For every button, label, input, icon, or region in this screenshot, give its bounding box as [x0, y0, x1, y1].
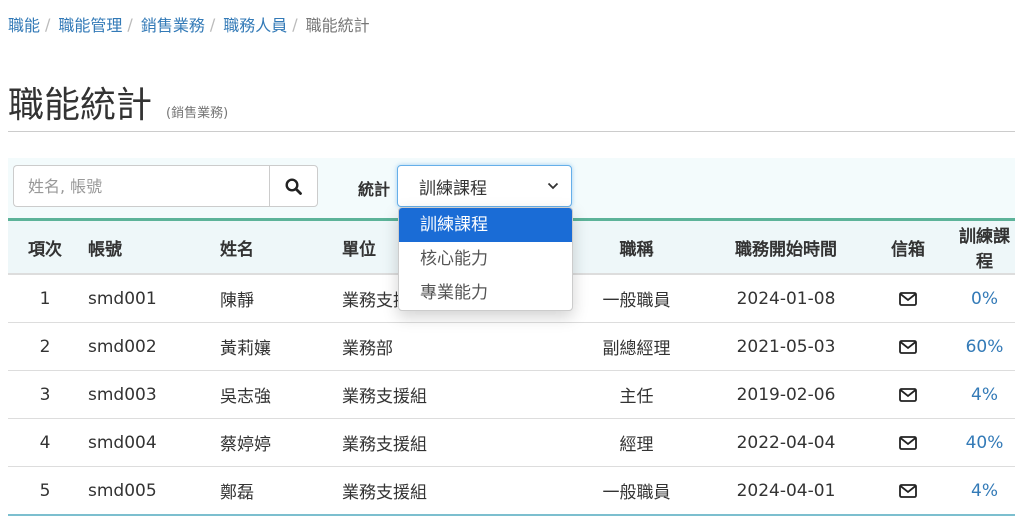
- stat-option-training[interactable]: 訓練課程: [399, 208, 572, 242]
- cell-job-title: 副總經理: [563, 322, 710, 371]
- header-name[interactable]: 姓名: [219, 219, 341, 275]
- cell-name: 鄭磊: [219, 466, 341, 516]
- training-percent-link[interactable]: 4%: [971, 481, 998, 501]
- mail-icon[interactable]: [899, 435, 917, 450]
- page-title: 職能統計: [8, 85, 153, 126]
- stat-label: 統計: [358, 180, 391, 199]
- cell-unit: 業務支援組: [341, 418, 563, 467]
- stat-option-core[interactable]: 核心能力: [399, 242, 572, 276]
- breadcrumb-item-competency-management[interactable]: 職能管理: [58, 12, 122, 36]
- cell-unit: 業務支援組: [341, 466, 563, 516]
- cell-mail[interactable]: [862, 466, 954, 516]
- stat-option-professional[interactable]: 專業能力: [399, 276, 572, 310]
- search-button[interactable]: [269, 165, 318, 207]
- header-start-date[interactable]: 職務開始時間: [710, 219, 862, 275]
- page-header: 職能統計 (銷售業務): [8, 76, 228, 128]
- page-subtitle: (銷售業務): [166, 106, 229, 121]
- cell-mail[interactable]: [862, 370, 954, 419]
- cell-account: smd003: [82, 370, 219, 419]
- cell-account: smd001: [82, 274, 219, 323]
- cell-index: 2: [8, 322, 82, 371]
- breadcrumb-item-staff[interactable]: 職務人員: [223, 12, 287, 36]
- cell-name: 陳靜: [219, 274, 341, 323]
- table-row: 4 smd004 蔡婷婷 業務支援組 經理 2022-04-04 40%: [8, 418, 1015, 467]
- breadcrumb-item-sales[interactable]: 銷售業務: [141, 12, 205, 36]
- cell-mail[interactable]: [862, 418, 954, 467]
- cell-index: 5: [8, 466, 82, 516]
- training-percent-link[interactable]: 4%: [971, 385, 998, 405]
- stat-dropdown-menu: 訓練課程 核心能力 專業能力: [398, 207, 573, 311]
- mail-icon[interactable]: [899, 483, 917, 498]
- cell-start-date: 2021-05-03: [710, 322, 862, 371]
- breadcrumb: 職能 / 職能管理 / 銷售業務 / 職務人員 / 職能統計: [8, 12, 370, 36]
- cell-training: 40%: [954, 418, 1015, 467]
- stat-select[interactable]: 訓練課程: [397, 165, 572, 207]
- training-percent-link[interactable]: 0%: [971, 289, 998, 309]
- mail-icon[interactable]: [899, 387, 917, 402]
- training-percent-link[interactable]: 60%: [966, 337, 1004, 357]
- table-row: 2 smd002 黃莉孃 業務部 副總經理 2021-05-03 60%: [8, 322, 1015, 371]
- mail-icon[interactable]: [899, 291, 917, 306]
- breadcrumb-separator: /: [45, 14, 51, 34]
- search-group: [13, 165, 318, 207]
- cell-job-title: 經理: [563, 418, 710, 467]
- cell-name: 黃莉孃: [219, 322, 341, 371]
- search-icon: [285, 177, 302, 195]
- cell-index: 4: [8, 418, 82, 467]
- cell-training: 0%: [954, 274, 1015, 323]
- chevron-down-icon: [547, 182, 559, 190]
- cell-job-title: 一般職員: [563, 466, 710, 516]
- breadcrumb-separator: /: [209, 14, 216, 34]
- header-training[interactable]: 訓練課程: [954, 219, 1015, 275]
- cell-training: 4%: [954, 466, 1015, 516]
- divider: [8, 131, 1015, 132]
- cell-start-date: 2022-04-04: [710, 418, 862, 467]
- mail-icon[interactable]: [899, 339, 917, 354]
- cell-unit: 業務部: [341, 322, 563, 371]
- cell-job-title: 主任: [563, 370, 710, 419]
- cell-account: smd002: [82, 322, 219, 371]
- table-row: 3 smd003 吳志強 業務支援組 主任 2019-02-06 4%: [8, 370, 1015, 419]
- cell-mail[interactable]: [862, 274, 954, 323]
- breadcrumb-current: 職能統計: [305, 16, 370, 35]
- cell-index: 1: [8, 274, 82, 323]
- cell-name: 蔡婷婷: [219, 418, 341, 467]
- cell-index: 3: [8, 370, 82, 419]
- training-percent-link[interactable]: 40%: [966, 433, 1004, 453]
- search-input[interactable]: [13, 165, 269, 207]
- header-mail: 信箱: [862, 219, 954, 275]
- cell-job-title: 一般職員: [563, 274, 710, 323]
- header-index[interactable]: 項次: [8, 219, 82, 275]
- header-account[interactable]: 帳號: [82, 219, 219, 275]
- cell-start-date: 2019-02-06: [710, 370, 862, 419]
- breadcrumb-separator: /: [127, 14, 133, 34]
- cell-unit: 業務支援組: [341, 370, 563, 419]
- cell-mail[interactable]: [862, 322, 954, 371]
- breadcrumb-item-competency[interactable]: 職能: [8, 12, 40, 36]
- header-job-title[interactable]: 職稱: [563, 219, 710, 275]
- cell-start-date: 2024-04-01: [710, 466, 862, 516]
- cell-start-date: 2024-01-08: [710, 274, 862, 323]
- cell-name: 吳志強: [219, 370, 341, 419]
- cell-account: smd005: [82, 466, 219, 516]
- cell-account: smd004: [82, 418, 219, 467]
- stat-select-value: 訓練課程: [419, 178, 487, 199]
- cell-training: 60%: [954, 322, 1015, 371]
- breadcrumb-separator: /: [292, 14, 298, 34]
- cell-training: 4%: [954, 370, 1015, 419]
- table-row: 5 smd005 鄭磊 業務支援組 一般職員 2024-04-01 4%: [8, 466, 1015, 516]
